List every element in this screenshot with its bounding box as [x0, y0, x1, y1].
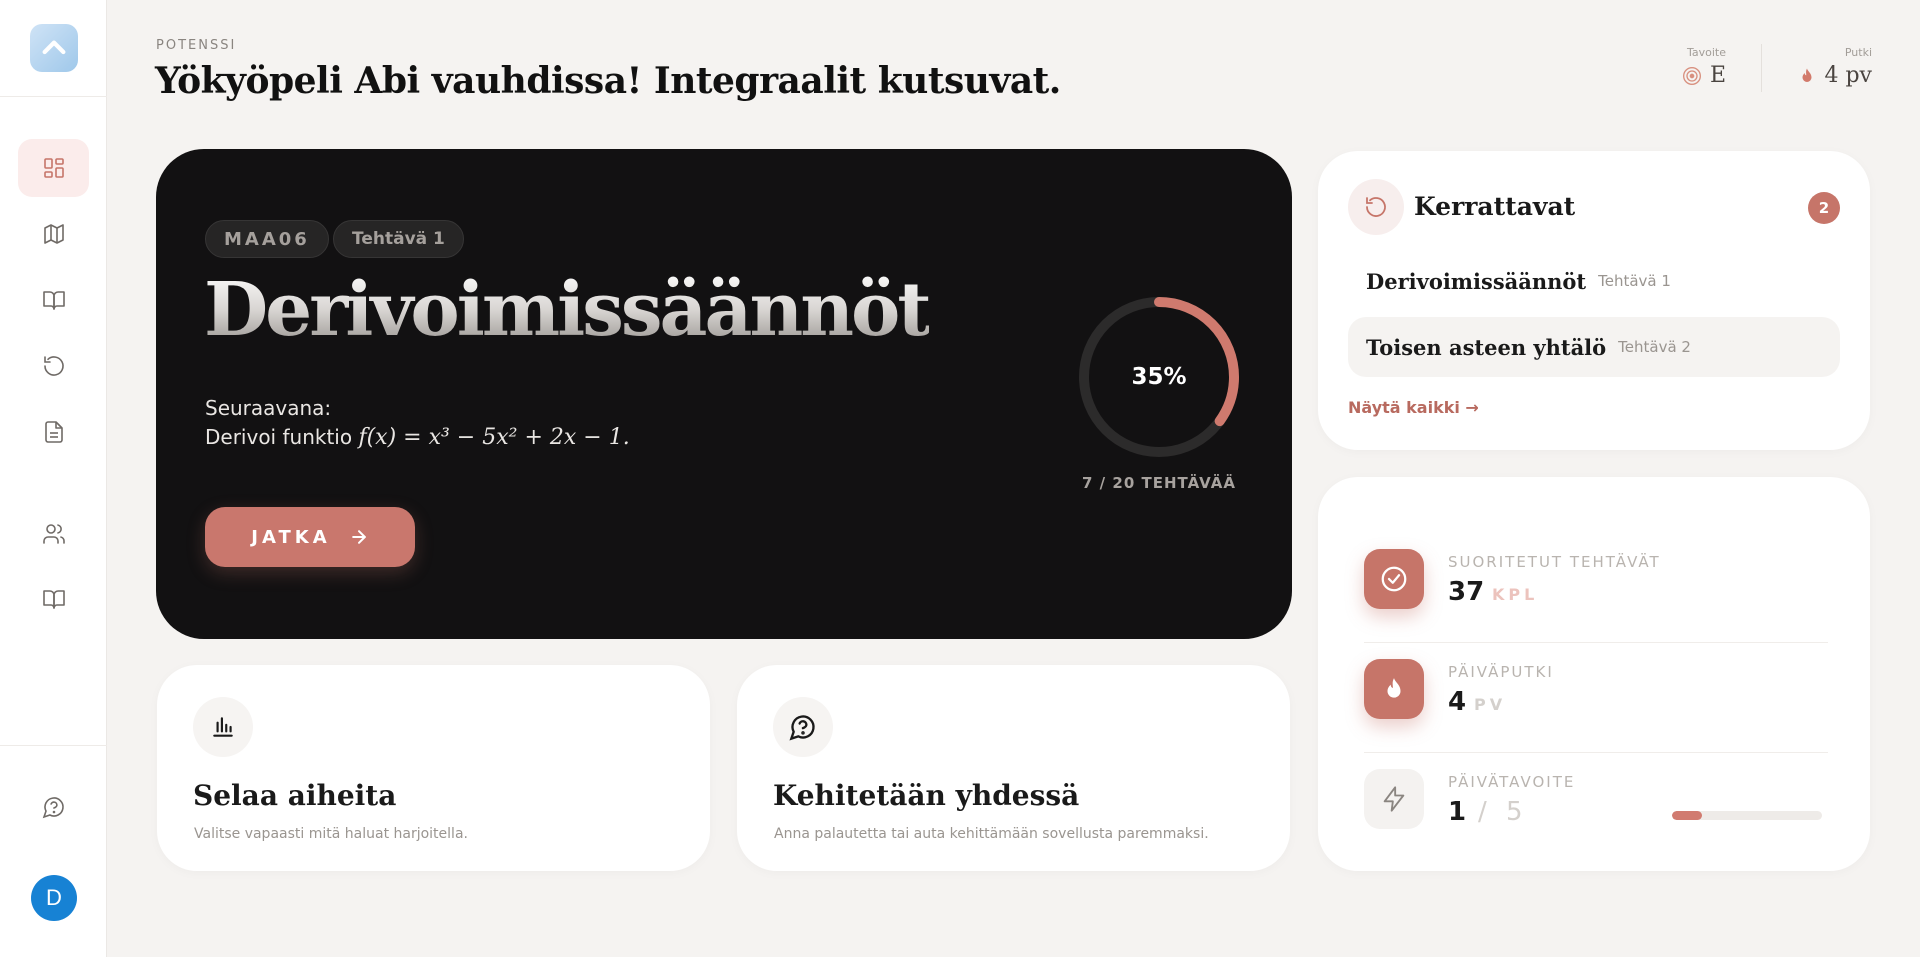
completed-tasks-label: SUORITETUT TEHTÄVÄT: [1448, 553, 1661, 571]
daily-goal-progress-fill: [1672, 811, 1702, 820]
daily-streak-stat: PÄIVÄPUTKI 4 PV: [1364, 643, 1828, 753]
page-eyebrow: POTENSSI: [156, 38, 237, 53]
sidebar-item-library[interactable]: [18, 570, 89, 628]
target-value: E: [1709, 63, 1726, 88]
review-item-name: Derivoimissäännöt: [1366, 268, 1587, 294]
stats-card: SUORITETUT TEHTÄVÄT 37 KPL PÄIVÄPUTKI 4 …: [1318, 477, 1870, 871]
sidebar: D: [0, 0, 107, 957]
completed-tasks-value: 37: [1448, 577, 1485, 607]
show-all-link[interactable]: Näytä kaikki →: [1348, 398, 1479, 417]
help-circle-icon: [789, 715, 815, 741]
header-target: Tavoite E: [1660, 46, 1726, 88]
daily-goal-separator: /: [1478, 797, 1487, 827]
browse-topics-card[interactable]: Selaa aiheita Valitse vapaasti mitä halu…: [157, 665, 710, 871]
arrow-right-icon: [351, 530, 366, 544]
progress-ring: 35%: [1074, 292, 1244, 462]
progress-percent: 35%: [1131, 364, 1187, 390]
task-chip: Tehtävä 1: [333, 220, 464, 258]
feedback-title: Kehitetään yhdessä: [773, 779, 1080, 812]
progress-caption: 7 / 20 TEHTÄVÄÄ: [1082, 474, 1236, 492]
avatar[interactable]: D: [31, 875, 77, 921]
review-count-badge: 2: [1808, 192, 1840, 224]
sidebar-item-users[interactable]: [18, 505, 89, 563]
review-item[interactable]: Derivoimissäännöt Tehtävä 1: [1348, 251, 1840, 311]
book-open-icon: [42, 590, 65, 609]
header-streak: Putki 4 pv: [1790, 46, 1872, 88]
sidebar-item-map[interactable]: [18, 205, 89, 263]
sidebar-item-dashboard[interactable]: [18, 139, 89, 197]
app-logo[interactable]: [30, 24, 78, 72]
streak-value: 4 pv: [1824, 63, 1872, 88]
page-title: Yökyöpeli Abi vauhdissa! Integraalit kut…: [155, 60, 1061, 102]
rotate-ccw-icon: [43, 356, 64, 376]
sidebar-item-book[interactable]: [18, 271, 89, 329]
current-task-card: MAA06 Tehtävä 1 Derivoimissäännöt Seuraa…: [156, 149, 1292, 639]
next-task-formula: f(x) = x³ − 5x² + 2x − 1.: [358, 425, 630, 450]
map-icon: [43, 224, 64, 244]
next-task-prefix: Derivoi funktio: [205, 425, 353, 449]
course-chip: MAA06: [205, 220, 329, 258]
book-open-icon: [42, 291, 65, 310]
next-label: Seuraavana:: [205, 396, 332, 420]
streak-label: Putki: [1844, 46, 1872, 59]
review-item[interactable]: Toisen asteen yhtälö Tehtävä 2: [1348, 317, 1840, 377]
bar-chart-icon: [213, 717, 233, 737]
chevron-up-icon: [42, 40, 66, 55]
continue-button[interactable]: JATKA: [205, 507, 415, 567]
daily-goal-progress-bar: [1672, 811, 1822, 820]
browse-topics-description: Valitse vapaasti mitä haluat harjoitella…: [194, 826, 468, 842]
daily-goal-total: 5: [1506, 797, 1523, 827]
completed-tasks-stat: SUORITETUT TEHTÄVÄT 37 KPL: [1364, 533, 1828, 643]
check-circle-icon: [1381, 566, 1407, 592]
daily-streak-unit: PV: [1474, 695, 1507, 714]
review-item-name: Toisen asteen yhtälö: [1366, 334, 1607, 360]
rotate-ccw-icon: [1366, 197, 1386, 217]
review-item-task: Tehtävä 1: [1598, 272, 1671, 290]
sidebar-divider: [0, 96, 107, 97]
header-divider: [1761, 44, 1762, 92]
sidebar-item-documents[interactable]: [18, 403, 89, 461]
daily-goal-value: 1: [1448, 797, 1467, 827]
feedback-card[interactable]: Kehitetään yhdessä Anna palautetta tai a…: [737, 665, 1290, 871]
card-icon: [773, 697, 833, 757]
review-title: Kerrattavat: [1414, 192, 1576, 221]
users-icon: [42, 524, 65, 544]
flame-icon: [1387, 678, 1401, 698]
flame-icon: [1802, 68, 1812, 82]
sidebar-item-help[interactable]: [18, 778, 89, 836]
next-task: Derivoi funktio f(x) = x³ − 5x² + 2x − 1…: [205, 425, 630, 450]
stat-icon: [1364, 769, 1424, 829]
dashboard-icon: [43, 158, 64, 178]
review-card: Kerrattavat 2 Derivoimissäännöt Tehtävä …: [1318, 151, 1870, 450]
browse-topics-title: Selaa aiheita: [193, 779, 397, 812]
feedback-description: Anna palautetta tai auta kehittämään sov…: [774, 826, 1209, 842]
stat-icon: [1364, 659, 1424, 719]
sidebar-item-review[interactable]: [18, 337, 89, 395]
help-circle-icon: [42, 797, 64, 819]
task-chip-label: Tehtävä 1: [352, 229, 445, 249]
document-icon: [44, 421, 63, 443]
sidebar-divider: [0, 745, 107, 746]
daily-streak-value: 4: [1448, 687, 1467, 717]
card-icon: [193, 697, 253, 757]
topic-title: Derivoimissäännöt: [204, 267, 932, 353]
daily-streak-label: PÄIVÄPUTKI: [1448, 663, 1554, 681]
lightning-icon: [1383, 786, 1405, 812]
completed-tasks-unit: KPL: [1492, 585, 1539, 604]
daily-goal-stat: PÄIVÄTAVOITE 1 / 5: [1364, 753, 1828, 863]
review-header-icon: [1348, 179, 1404, 235]
target-icon: [1682, 66, 1701, 85]
course-chip-label: MAA06: [224, 228, 310, 250]
review-item-task: Tehtävä 2: [1618, 338, 1691, 356]
stat-icon: [1364, 549, 1424, 609]
target-label: Tavoite: [1686, 46, 1726, 59]
daily-goal-label: PÄIVÄTAVOITE: [1448, 773, 1576, 791]
continue-button-label: JATKA: [251, 526, 331, 548]
